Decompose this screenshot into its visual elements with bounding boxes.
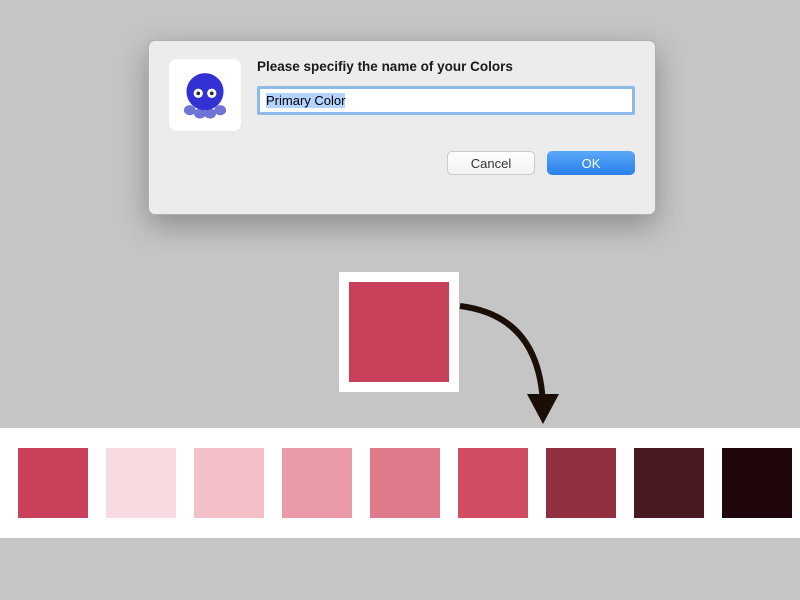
source-color[interactable] (349, 282, 449, 382)
color-name-input[interactable] (260, 89, 632, 112)
palette-swatch-4[interactable] (370, 448, 440, 518)
palette-swatch-7[interactable] (634, 448, 704, 518)
palette-swatch-2[interactable] (194, 448, 264, 518)
arrow-icon (445, 296, 575, 436)
dialog-buttons: Cancel OK (169, 151, 635, 175)
palette-swatch-6[interactable] (546, 448, 616, 518)
name-colors-dialog: Please specifiy the name of your Colors … (148, 40, 656, 215)
dialog-body: Please specifiy the name of your Colors (169, 59, 635, 131)
palette-swatch-1[interactable] (106, 448, 176, 518)
input-wrapper (257, 86, 635, 115)
source-color-swatch (339, 272, 459, 392)
palette-swatch-0[interactable] (18, 448, 88, 518)
cancel-button[interactable]: Cancel (447, 151, 535, 175)
palette-swatch-3[interactable] (282, 448, 352, 518)
dialog-title: Please specifiy the name of your Colors (257, 59, 635, 74)
palette-swatch-5[interactable] (458, 448, 528, 518)
dialog-content: Please specifiy the name of your Colors (257, 59, 635, 131)
ok-button[interactable]: OK (547, 151, 635, 175)
octopus-icon (169, 59, 241, 131)
palette-strip (0, 428, 800, 538)
palette-swatch-8[interactable] (722, 448, 792, 518)
